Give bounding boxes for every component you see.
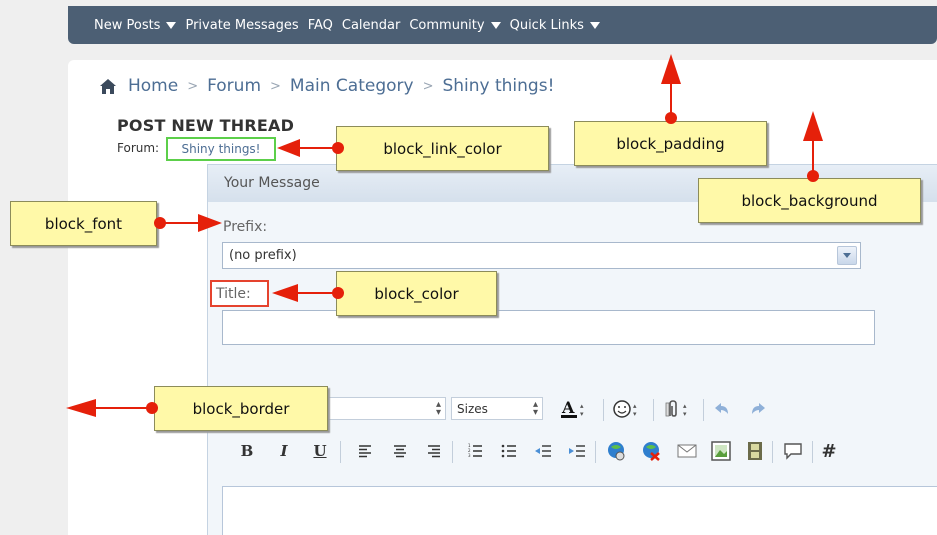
annotation-arrows [66,54,823,417]
